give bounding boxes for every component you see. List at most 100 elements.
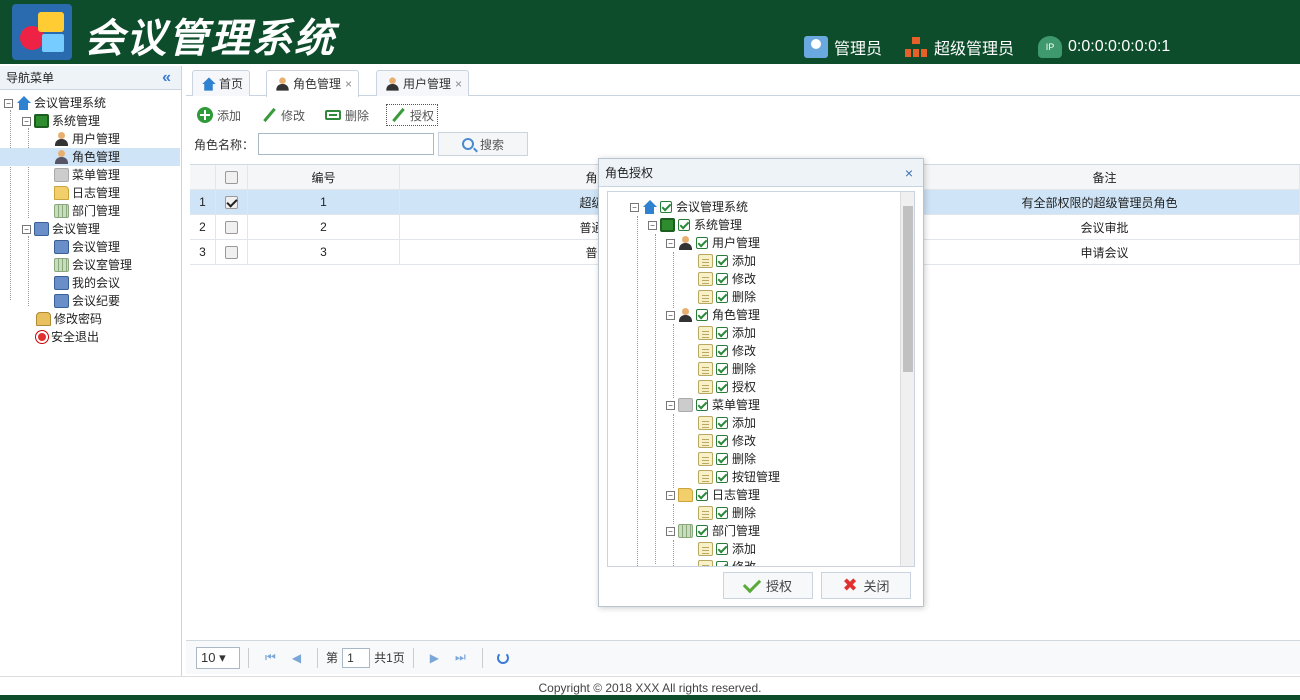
collapse-toggle-icon[interactable]: − — [666, 490, 675, 500]
collapse-toggle-icon[interactable]: − — [648, 220, 657, 230]
tree-scrollbar[interactable] — [900, 192, 914, 566]
authorize-confirm-button[interactable]: 授权 — [723, 572, 813, 599]
user-group-label: 超级管理员 — [934, 41, 1015, 58]
grid-icon — [678, 524, 693, 538]
perm-checkbox[interactable] — [716, 291, 728, 303]
close-icon[interactable]: × — [905, 159, 913, 187]
nav-item-logs[interactable]: 日志管理 — [54, 184, 120, 202]
next-page-icon[interactable]: ▶ — [430, 651, 439, 665]
tab-roles[interactable]: 角色管理 × — [266, 70, 360, 97]
first-page-icon[interactable]: ⏮ — [265, 650, 276, 665]
scrollbar-thumb[interactable] — [903, 206, 913, 372]
perm-checkbox[interactable] — [696, 489, 708, 501]
column-header-id[interactable]: 编号 — [248, 165, 400, 189]
perm-node-system[interactable]: − 系统管理 — [648, 216, 742, 234]
nav-item-system[interactable]: − 系统管理 — [22, 112, 100, 130]
perm-checkbox[interactable] — [660, 201, 672, 213]
perm-node-leaf[interactable]: 删除 — [698, 450, 756, 468]
perm-checkbox[interactable] — [716, 381, 728, 393]
collapse-toggle-icon[interactable]: − — [22, 224, 31, 234]
perm-node-leaf[interactable]: 删除 — [698, 360, 756, 378]
last-page-icon[interactable]: ⏭ — [455, 650, 466, 665]
perm-checkbox[interactable] — [716, 255, 728, 267]
collapse-toggle-icon[interactable]: − — [666, 400, 675, 410]
perm-node-roles[interactable]: − 角色管理 — [666, 306, 760, 324]
page-size-select[interactable]: 10 ▾ — [196, 646, 240, 669]
nav-item-meetings[interactable]: − 会议管理 — [22, 220, 100, 238]
perm-node-departments[interactable]: − 部门管理 — [666, 522, 760, 540]
row-checkbox[interactable] — [225, 195, 238, 209]
select-all-checkbox[interactable] — [225, 170, 238, 184]
nav-item-logout[interactable]: 安全退出 — [36, 328, 99, 346]
collapse-nav-icon[interactable]: « — [162, 66, 171, 90]
perm-node-users[interactable]: − 用户管理 — [666, 234, 760, 252]
close-tab-icon[interactable]: × — [345, 72, 352, 96]
toolbar: 添加 修改 删除 授权 — [194, 104, 452, 126]
perm-checkbox[interactable] — [716, 471, 728, 483]
perm-node-logs[interactable]: − 日志管理 — [666, 486, 760, 504]
perm-checkbox[interactable] — [696, 525, 708, 537]
nav-item-change-password[interactable]: 修改密码 — [36, 310, 102, 328]
collapse-toggle-icon[interactable]: − — [22, 116, 31, 126]
perm-node-leaf[interactable]: 删除 — [698, 288, 756, 306]
perm-node-leaf[interactable]: 修改 — [698, 558, 756, 566]
perm-node-leaf[interactable]: 授权 — [698, 378, 756, 396]
perm-checkbox[interactable] — [716, 435, 728, 447]
collapse-toggle-icon[interactable]: − — [666, 526, 675, 536]
collapse-toggle-icon[interactable]: − — [4, 98, 13, 108]
search-button[interactable]: 搜索 — [438, 132, 529, 156]
refresh-icon[interactable] — [496, 651, 509, 664]
nav-item-my-meetings[interactable]: 我的会议 — [54, 274, 120, 292]
tab-users[interactable]: 用户管理 × — [376, 70, 470, 96]
perm-node-leaf[interactable]: 删除 — [698, 504, 756, 522]
delete-button[interactable]: 删除 — [322, 104, 372, 126]
perm-checkbox[interactable] — [716, 273, 728, 285]
perm-node-leaf[interactable]: 添加 — [698, 252, 756, 270]
tab-home[interactable]: 首页 — [192, 70, 251, 96]
perm-checkbox[interactable] — [716, 507, 728, 519]
close-tab-icon[interactable]: × — [455, 72, 462, 96]
perm-node-leaf[interactable]: 修改 — [698, 432, 756, 450]
perm-checkbox[interactable] — [696, 237, 708, 249]
perm-node-menus[interactable]: − 菜单管理 — [666, 396, 760, 414]
nav-item-departments[interactable]: 部门管理 — [54, 202, 120, 220]
nav-item-menus[interactable]: 菜单管理 — [54, 166, 120, 184]
perm-checkbox[interactable] — [716, 327, 728, 339]
app-title: 会议管理系统 — [84, 16, 336, 62]
perm-checkbox[interactable] — [716, 453, 728, 465]
collapse-toggle-icon[interactable]: − — [666, 310, 675, 320]
perm-node-root[interactable]: − 会议管理系统 — [630, 198, 748, 216]
add-button[interactable]: 添加 — [194, 104, 244, 126]
nav-item-roles[interactable]: 角色管理 — [0, 148, 180, 166]
role-name-search-input[interactable] — [258, 133, 435, 155]
page-number-input[interactable]: 1 — [342, 647, 371, 668]
close-dialog-button[interactable]: ✖ 关闭 — [821, 572, 911, 599]
perm-node-leaf[interactable]: 修改 — [698, 342, 756, 360]
perm-checkbox[interactable] — [716, 543, 728, 555]
perm-checkbox[interactable] — [696, 309, 708, 321]
perm-node-leaf[interactable]: 添加 — [698, 324, 756, 342]
perm-node-leaf[interactable]: 添加 — [698, 414, 756, 432]
current-user-group: 超级管理员 — [904, 34, 1014, 60]
edit-button[interactable]: 修改 — [258, 104, 308, 126]
collapse-toggle-icon[interactable]: − — [666, 238, 675, 248]
nav-item-users[interactable]: 用户管理 — [54, 130, 120, 148]
current-user-role: 管理员 — [804, 34, 882, 60]
perm-checkbox[interactable] — [716, 345, 728, 357]
prev-page-icon[interactable]: ◀ — [292, 651, 301, 665]
perm-node-leaf[interactable]: 添加 — [698, 540, 756, 558]
perm-checkbox[interactable] — [696, 399, 708, 411]
authorize-button[interactable]: 授权 — [386, 104, 439, 126]
nav-item-rooms[interactable]: 会议室管理 — [54, 256, 132, 274]
perm-node-leaf[interactable]: 修改 — [698, 270, 756, 288]
nav-item-root[interactable]: − 会议管理系统 — [4, 94, 106, 112]
row-checkbox[interactable] — [225, 245, 238, 259]
perm-node-leaf[interactable]: 按钮管理 — [698, 468, 780, 486]
row-checkbox[interactable] — [225, 220, 238, 234]
perm-checkbox[interactable] — [678, 219, 690, 231]
nav-item-meeting-manage[interactable]: 会议管理 — [54, 238, 120, 256]
perm-checkbox[interactable] — [716, 417, 728, 429]
perm-checkbox[interactable] — [716, 363, 728, 375]
collapse-toggle-icon[interactable]: − — [630, 202, 639, 212]
nav-item-minutes[interactable]: 会议纪要 — [54, 292, 120, 310]
